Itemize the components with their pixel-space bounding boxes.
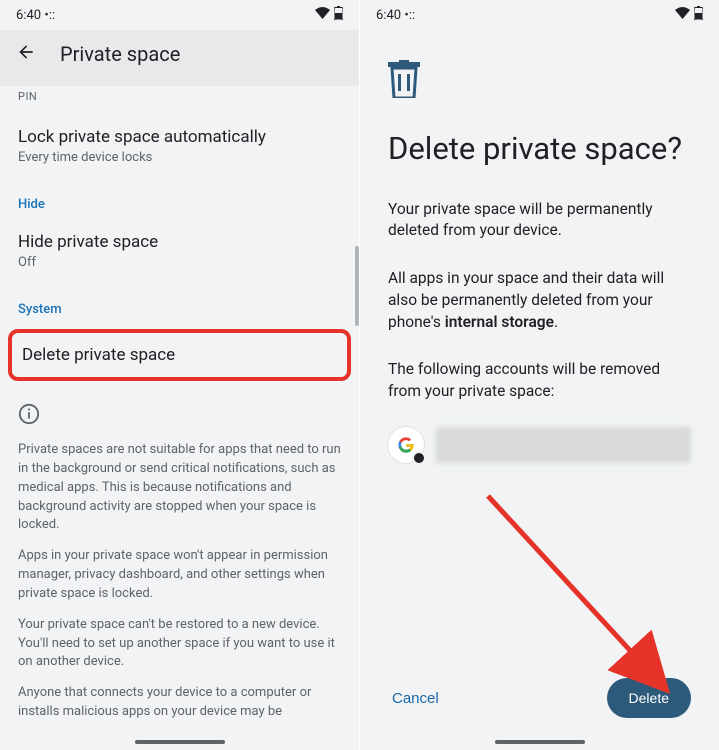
right-screenshot: 6:40 •:: Delete private space? Your priv… bbox=[360, 0, 719, 750]
status-dots: •:: bbox=[44, 8, 55, 23]
setting-title: Lock private space automatically bbox=[18, 127, 341, 147]
body-strong: internal storage bbox=[445, 313, 554, 331]
wifi-icon bbox=[315, 7, 330, 23]
info-paragraph: Anyone that connects your device to a co… bbox=[0, 678, 359, 728]
arrow-annotation bbox=[480, 488, 690, 708]
setting-subtitle: Every time device locks bbox=[18, 150, 341, 165]
status-time: 6:40 bbox=[16, 8, 41, 23]
dialog-title: Delete private space? bbox=[388, 112, 691, 179]
account-email-redacted bbox=[436, 427, 691, 463]
battery-icon bbox=[694, 6, 703, 24]
info-icon bbox=[0, 387, 359, 435]
page-title: Private space bbox=[60, 42, 180, 66]
setting-subtitle: Off bbox=[18, 255, 341, 270]
battery-icon bbox=[334, 6, 343, 24]
dialog-buttons: Cancel Delete bbox=[360, 678, 719, 718]
page-header: Private space bbox=[0, 30, 359, 86]
delete-button[interactable]: Delete bbox=[607, 678, 691, 718]
info-paragraph: Your private space can't be restored to … bbox=[0, 610, 359, 679]
dialog-body: All apps in your space and their data wi… bbox=[388, 248, 691, 339]
info-paragraph: Private spaces are not suitable for apps… bbox=[0, 435, 359, 541]
wifi-icon bbox=[675, 7, 690, 23]
cancel-button[interactable]: Cancel bbox=[388, 682, 443, 715]
section-hide: Hide bbox=[0, 179, 359, 218]
google-account-icon bbox=[388, 427, 424, 463]
status-time: 6:40 bbox=[376, 8, 401, 23]
status-dots: •:: bbox=[404, 8, 415, 23]
nav-handle[interactable] bbox=[135, 740, 225, 744]
nav-handle[interactable] bbox=[495, 740, 585, 744]
trash-icon bbox=[388, 30, 691, 112]
dialog-content: Delete private space? Your private space… bbox=[360, 30, 719, 481]
scrollbar[interactable] bbox=[355, 246, 359, 326]
back-icon[interactable] bbox=[16, 42, 36, 66]
account-row bbox=[388, 409, 691, 481]
section-system: System bbox=[0, 284, 359, 323]
dialog-body: The following accounts will be removed f… bbox=[388, 339, 691, 408]
highlight-annotation: Delete private space bbox=[8, 329, 351, 381]
hide-space-item[interactable]: Hide private space Off bbox=[0, 218, 359, 284]
lock-auto-item[interactable]: Lock private space automatically Every t… bbox=[0, 113, 359, 179]
body-text: . bbox=[554, 313, 558, 331]
delete-private-space-item[interactable]: Delete private space bbox=[22, 345, 337, 365]
left-screenshot: 6:40 •:: Private space PIN Lock private … bbox=[0, 0, 359, 750]
settings-scroll[interactable]: PIN Lock private space automatically Eve… bbox=[0, 86, 359, 749]
pin-cutoff-label: PIN bbox=[0, 86, 359, 113]
dialog-body: Your private space will be permanently d… bbox=[388, 179, 691, 248]
info-paragraph: Apps in your private space won't appear … bbox=[0, 541, 359, 610]
status-bar: 6:40 •:: bbox=[360, 0, 719, 30]
setting-title: Hide private space bbox=[18, 232, 341, 252]
status-bar: 6:40 •:: bbox=[0, 0, 359, 30]
shield-badge-icon bbox=[412, 451, 426, 465]
